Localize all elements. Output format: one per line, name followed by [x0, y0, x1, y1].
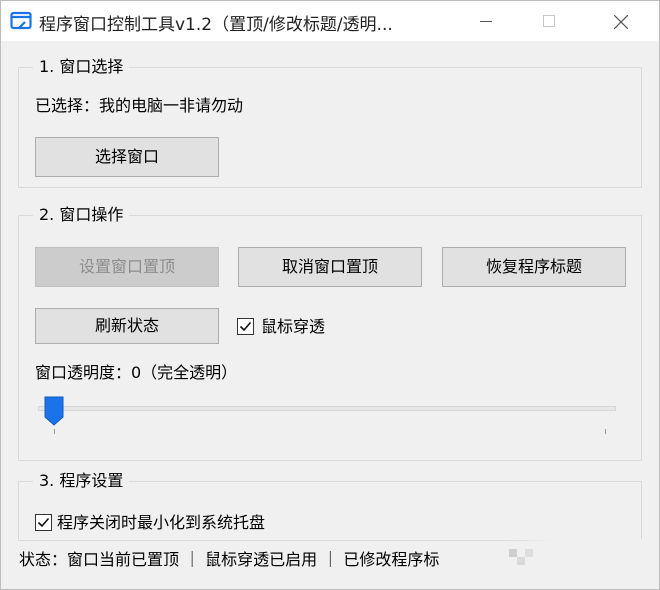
minimize-to-tray-checkbox[interactable]	[35, 514, 52, 531]
check-icon	[37, 517, 50, 528]
refresh-status-button[interactable]: 刷新状态	[35, 308, 219, 344]
minimize-button[interactable]	[463, 1, 509, 41]
restore-title-button[interactable]: 恢复程序标题	[442, 247, 626, 287]
window-title: 程序窗口控制工具v1.2（置顶/修改标题/透明...	[39, 15, 393, 35]
slider-tick-min	[54, 429, 55, 434]
window-select-legend: 1. 窗口选择	[33, 56, 130, 78]
minimize-icon	[480, 21, 492, 22]
app-window: 程序窗口控制工具v1.2（置顶/修改标题/透明... 1. 窗口选择 已选择：我…	[0, 0, 660, 590]
close-icon	[614, 15, 628, 29]
slider-tick-max	[605, 429, 606, 434]
opacity-slider-thumb[interactable]	[44, 396, 64, 426]
window-ops-legend: 2. 窗口操作	[33, 204, 130, 226]
mouse-through-label: 鼠标穿透	[261, 317, 326, 336]
check-icon	[239, 321, 252, 332]
cancel-topmost-button[interactable]: 取消窗口置顶	[238, 247, 422, 287]
select-window-button[interactable]: 选择窗口	[35, 137, 219, 177]
set-topmost-button[interactable]: 设置窗口置顶	[35, 247, 219, 287]
maximize-button[interactable]	[526, 1, 572, 41]
app-window-icon	[10, 11, 32, 30]
program-settings-legend: 3. 程序设置	[33, 470, 130, 492]
minimize-to-tray-label: 程序关闭时最小化到系统托盘	[57, 513, 266, 532]
maximize-icon	[543, 15, 555, 27]
mouse-through-checkbox[interactable]	[237, 318, 254, 335]
opacity-slider-track[interactable]	[38, 406, 616, 411]
selected-window-label: 已选择：我的电脑一非请勿动	[35, 96, 244, 115]
opacity-label: 窗口透明度：0（完全透明）	[35, 363, 238, 382]
title-bar[interactable]: 程序窗口控制工具v1.2（置顶/修改标题/透明...	[1, 1, 659, 41]
close-button[interactable]	[597, 1, 643, 41]
status-bar: 状态：窗口当前已置顶 ｜ 鼠标穿透已启用 ｜ 已修改程序标	[19, 550, 440, 569]
status-overflow-fade	[501, 539, 651, 579]
